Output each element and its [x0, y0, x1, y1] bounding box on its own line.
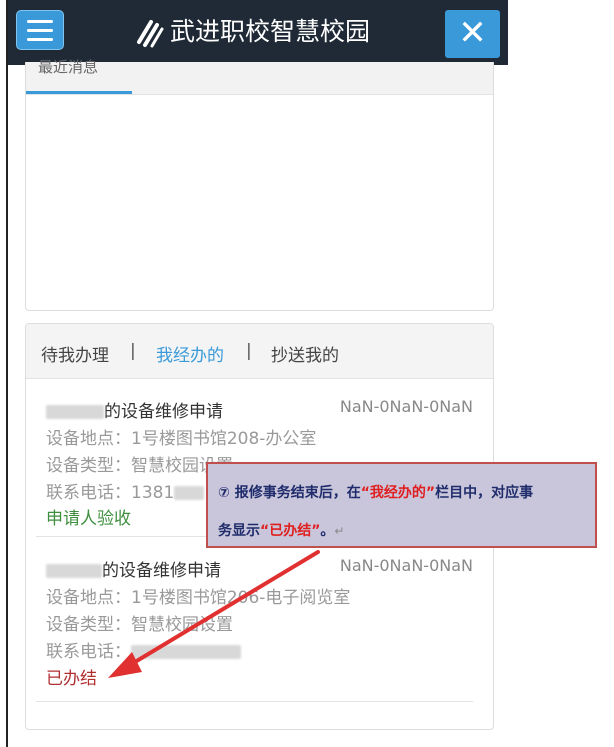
left-border-line — [6, 0, 8, 747]
menu-bar-icon — [27, 29, 53, 32]
recent-messages-card: 最近消息 — [25, 58, 494, 311]
item-type: 设备类型：智慧校园设置 — [46, 456, 233, 476]
annotation-callout: ⑦ 报修事务结束后，在“我经办的”栏目中，对应事 务显示“已办结”。↵ — [206, 462, 597, 548]
item-date: NaN-0NaN-0NaN — [339, 556, 473, 575]
status-badge: 申请人验收 — [46, 509, 131, 529]
close-button[interactable]: ✕ — [445, 10, 500, 58]
list-item[interactable]: 的设备维修申请 NaN-0NaN-0NaN 设备地点：1号楼图书馆206-电子阅… — [26, 556, 493, 696]
hamburger-menu-button[interactable] — [16, 10, 64, 50]
item-type: 设备类型：智慧校园设置 — [46, 615, 233, 635]
item-title: 的设备维修申请 — [46, 556, 221, 581]
task-tabs: 待我办理 | 我经办的 | 抄送我的 — [26, 324, 493, 379]
item-phone: 联系电话：1381 — [46, 478, 205, 503]
active-tab-underline — [26, 91, 132, 94]
menu-bar-icon — [27, 20, 53, 23]
redacted-phone — [131, 645, 241, 659]
tab-cc-to-me[interactable]: 抄送我的 — [271, 341, 339, 366]
item-location: 设备地点：1号楼图书馆208-办公室 — [46, 429, 317, 449]
menu-bar-icon — [27, 38, 53, 41]
tab-recent-messages[interactable]: 最近消息 — [38, 56, 98, 77]
callout-line-1: ⑦ 报修事务结束后，在“我经办的”栏目中，对应事 — [218, 485, 534, 501]
tab-pending[interactable]: 待我办理 — [41, 341, 109, 366]
item-title: 的设备维修申请 — [46, 397, 223, 422]
tab-separator: | — [246, 341, 252, 361]
item-location: 设备地点：1号楼图书馆206-电子阅览室 — [46, 588, 351, 608]
redacted-name — [46, 405, 104, 419]
item-date: NaN-0NaN-0NaN — [339, 397, 473, 416]
recent-messages-header: 最近消息 — [26, 58, 493, 95]
item-phone: 联系电话： — [46, 637, 241, 662]
app-title: 武进职校智慧校园 — [170, 17, 371, 46]
redacted-name — [46, 564, 102, 578]
redacted-phone — [174, 486, 205, 500]
paragraph-mark-icon: ↵ — [334, 524, 345, 538]
item-divider — [36, 701, 473, 702]
tab-separator: | — [130, 341, 136, 361]
callout-line-2: 务显示“已办结”。↵ — [218, 523, 345, 539]
school-logo-icon — [137, 20, 164, 48]
status-badge: 已办结 — [46, 669, 97, 689]
tab-handled-by-me[interactable]: 我经办的 — [156, 341, 224, 366]
